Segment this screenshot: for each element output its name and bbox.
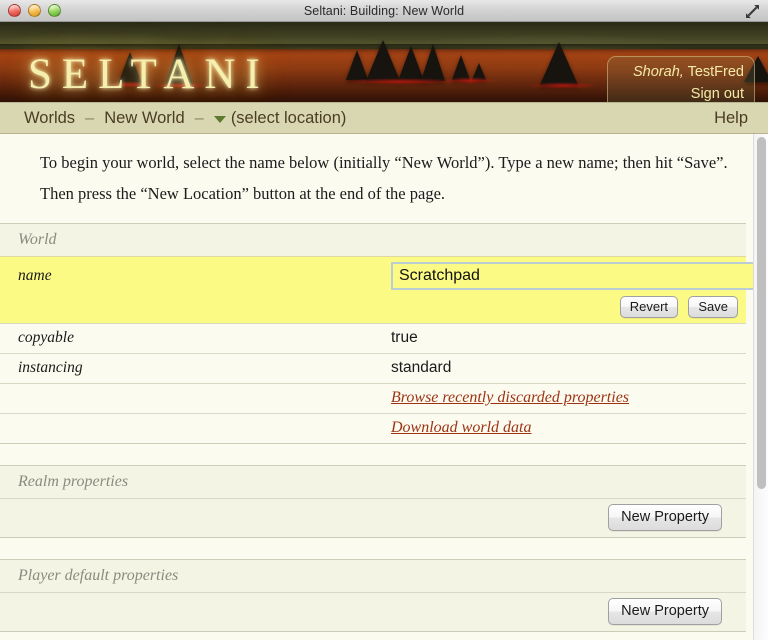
nav-worlds-link[interactable]: Worlds	[24, 109, 75, 128]
intro-line-2: Then press the “New Location” button at …	[40, 183, 446, 203]
expand-arrows-icon[interactable]	[744, 3, 761, 19]
section-spacer	[0, 631, 746, 640]
vertical-scrollbar[interactable]	[753, 134, 768, 640]
empty-cell	[0, 383, 373, 414]
nav-world-link[interactable]: New World	[104, 109, 184, 128]
empty-cell	[0, 413, 373, 444]
table-row: New Property	[0, 592, 746, 632]
nav-select-location[interactable]: (select location)	[231, 109, 347, 128]
greeting-text: Shorah,	[633, 64, 684, 80]
sign-out-link[interactable]: Sign out	[691, 86, 744, 102]
user-session-box: Shorah, TestFred Sign out	[607, 56, 755, 102]
realm-new-property-cell: New Property	[0, 498, 746, 538]
section-header-world: World	[0, 223, 746, 257]
window-controls	[8, 4, 61, 17]
page-content: To begin your world, select the name bel…	[0, 134, 768, 640]
save-button[interactable]: Save	[688, 296, 738, 319]
table-row: Browse recently discarded properties	[0, 383, 746, 414]
rock-spire	[366, 40, 400, 81]
app-window: Seltani: Building: New World SELTANI Sho…	[0, 0, 768, 640]
property-key-copyable: copyable	[0, 323, 373, 354]
signout-line: Sign out	[618, 84, 744, 102]
lava-glow	[528, 82, 598, 89]
chevron-down-icon[interactable]	[213, 115, 226, 123]
property-key-name: name	[0, 256, 373, 297]
world-properties-table: World name Revert Save copyable true	[0, 223, 768, 640]
intro-instructions: To begin your world, select the name bel…	[0, 134, 768, 223]
lava-glow	[444, 77, 496, 84]
download-world-data-cell: Download world data	[373, 413, 746, 444]
section-title: Realm properties	[0, 465, 746, 499]
username-text: TestFred	[687, 64, 744, 80]
table-row: New Property	[0, 498, 746, 538]
breadcrumb-separator: –	[85, 108, 95, 127]
property-value-name	[373, 256, 768, 297]
section-header-player: Player default properties	[0, 559, 746, 593]
window-title: Seltani: Building: New World	[303, 3, 465, 18]
maximize-window-button[interactable]	[48, 4, 61, 17]
realm-new-property-button[interactable]: New Property	[608, 504, 722, 532]
rock-spire	[540, 42, 578, 85]
property-key-instancing: instancing	[0, 353, 373, 384]
section-header-realm: Realm properties	[0, 465, 746, 499]
player-new-property-cell: New Property	[0, 592, 746, 632]
site-banner: SELTANI Shorah, TestFred Sign out	[0, 22, 768, 102]
empty-cell	[0, 296, 373, 324]
breadcrumb-nav: Worlds – New World – (select location) H…	[0, 102, 768, 134]
table-row: name	[0, 256, 768, 297]
site-logo: SELTANI	[28, 51, 270, 98]
table-row: copyable true	[0, 323, 746, 354]
rock-spire	[421, 44, 445, 81]
section-title: Player default properties	[0, 559, 746, 593]
user-greeting-line: Shorah, TestFred	[618, 62, 744, 84]
lava-glow	[340, 78, 460, 85]
scrollbar-thumb[interactable]	[757, 137, 766, 489]
intro-line-1: To begin your world, select the name bel…	[40, 153, 728, 172]
property-value-instancing[interactable]: standard	[373, 353, 746, 384]
section-spacer	[0, 443, 746, 466]
world-name-input[interactable]	[391, 262, 768, 291]
discarded-properties-cell: Browse recently discarded properties	[373, 383, 746, 414]
player-new-property-button[interactable]: New Property	[608, 598, 722, 626]
title-bar: Seltani: Building: New World	[0, 0, 768, 22]
section-spacer	[0, 537, 746, 560]
rock-spire	[346, 50, 368, 80]
breadcrumb: Worlds – New World – (select location)	[24, 109, 714, 128]
breadcrumb-separator: –	[194, 108, 204, 127]
property-value-copyable[interactable]: true	[373, 323, 746, 354]
table-row: instancing standard	[0, 353, 746, 384]
table-row: Revert Save	[0, 296, 746, 324]
minimize-window-button[interactable]	[28, 4, 41, 17]
help-link[interactable]: Help	[714, 109, 748, 128]
section-title: World	[0, 223, 746, 257]
table-row: Download world data	[0, 413, 746, 444]
edit-actions: Revert Save	[373, 296, 746, 324]
browse-discarded-properties-link[interactable]: Browse recently discarded properties	[391, 389, 629, 406]
revert-button[interactable]: Revert	[619, 296, 679, 319]
close-window-button[interactable]	[8, 4, 21, 17]
download-world-data-link[interactable]: Download world data	[391, 419, 531, 436]
